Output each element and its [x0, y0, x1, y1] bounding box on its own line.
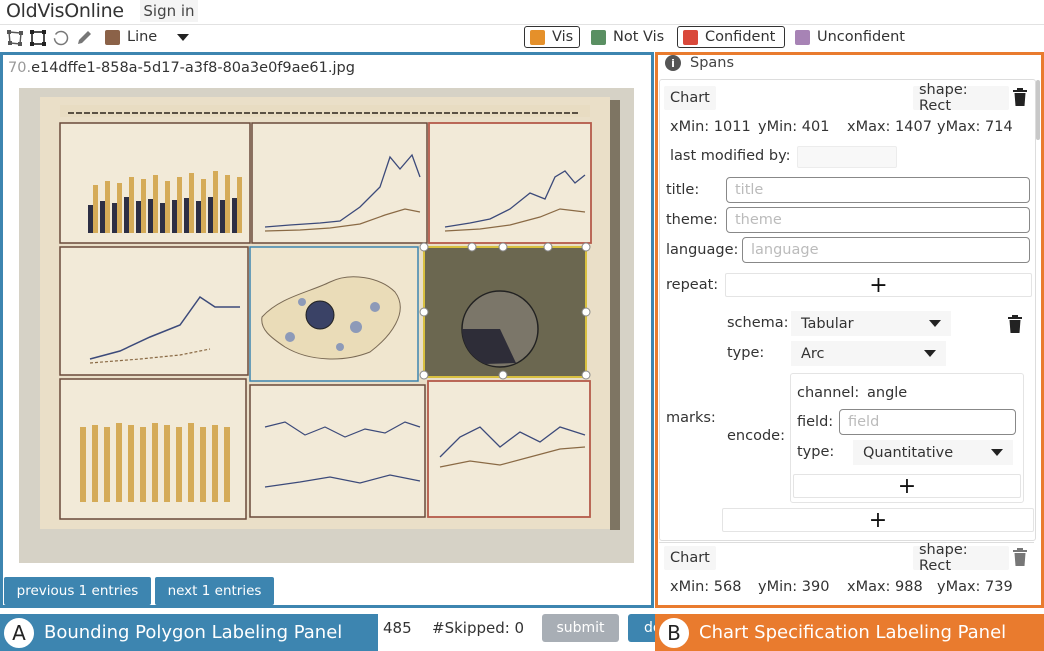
submit-button[interactable]: submit — [542, 614, 619, 642]
previous-entries-button[interactable]: previous 1 entries — [4, 577, 151, 605]
schema-label: schema: — [727, 315, 789, 331]
circle-tool-icon[interactable] — [52, 29, 70, 47]
panel-b-text: Chart Specification Labeling Panel — [699, 622, 1007, 643]
encoding-type-select[interactable]: Quantitative — [853, 440, 1013, 465]
span-shape: shape: Rect — [913, 82, 1009, 114]
add-repeat-button[interactable]: + — [725, 273, 1032, 298]
x-min: xMin: 1011 — [670, 119, 751, 135]
span-kind: Chart — [664, 86, 716, 110]
vis-color-swatch — [530, 29, 545, 45]
sign-in-button[interactable]: Sign in — [140, 0, 198, 22]
x-min: xMin: 568 — [670, 579, 742, 595]
scanned-page-artwork — [59, 105, 592, 520]
add-encoding-button[interactable]: + — [793, 474, 1021, 499]
language-label: language: — [666, 242, 739, 258]
file-name-text: e14dffe1-858a-5d17-a3f8-80a3e0f9ae61.jpg — [31, 60, 355, 76]
tag-unconfident[interactable]: Unconfident — [790, 26, 910, 48]
tool-color-swatch — [105, 29, 120, 45]
tag-vis[interactable]: Vis — [524, 26, 580, 48]
mark-type-label: type: — [727, 345, 765, 361]
chevron-down-icon — [929, 320, 941, 327]
channel-label: channel: — [797, 385, 860, 401]
polygon-tool-icon[interactable] — [6, 29, 24, 47]
language-input[interactable]: language — [742, 237, 1030, 263]
skipped-count: #Skipped: 0 — [432, 619, 525, 637]
mark-type-select[interactable]: Arc — [791, 341, 946, 366]
title-input[interactable]: title — [726, 177, 1030, 203]
y-min: yMin: 390 — [758, 579, 830, 595]
chevron-down-icon — [177, 33, 190, 41]
scrollbar-thumb[interactable] — [1036, 80, 1040, 140]
panel-a-text: Bounding Polygon Labeling Panel — [44, 622, 343, 643]
span-shape: shape: Rect — [913, 542, 1009, 574]
rectangle-tool-icon[interactable] — [29, 29, 47, 47]
marks-label: marks: — [666, 410, 716, 426]
theme-input[interactable]: theme — [726, 207, 1030, 233]
tag-label: Not Vis — [613, 29, 665, 45]
repeat-label: repeat: — [666, 277, 719, 293]
encoding-type-value: Quantitative — [863, 444, 954, 461]
spans-header: i Spans — [665, 55, 734, 71]
title-label: title: — [666, 182, 700, 198]
y-min: yMin: 401 — [758, 119, 830, 135]
y-max: yMax: 739 — [937, 579, 1013, 595]
panel-a-letter: A — [4, 617, 34, 648]
delete-span-icon[interactable] — [1012, 548, 1028, 566]
info-icon[interactable]: i — [665, 55, 681, 71]
confident-color-swatch — [683, 29, 698, 45]
header-divider — [0, 24, 1044, 25]
tag-not-vis[interactable]: Not Vis — [586, 26, 669, 48]
add-mark-button[interactable]: + — [722, 508, 1034, 533]
file-name: 70.e14dffe1-858a-5d17-a3f8-80a3e0f9ae61.… — [8, 60, 355, 76]
file-index: 70. — [8, 60, 32, 76]
encode-label: encode: — [727, 428, 785, 444]
app-title: OldVisOnline — [6, 0, 124, 22]
entry-count: 485 — [383, 619, 412, 637]
channel-value: angle — [867, 385, 908, 401]
tool-selector[interactable]: Line — [100, 26, 194, 48]
schema-select[interactable]: Tabular — [791, 311, 951, 336]
panel-b-letter: B — [659, 617, 689, 648]
schema-value: Tabular — [801, 315, 854, 332]
mark-type-value: Arc — [801, 345, 825, 362]
chevron-down-icon — [991, 449, 1003, 456]
field-input[interactable]: field — [839, 409, 1016, 435]
tag-label: Unconfident — [817, 29, 905, 45]
field-label: field: — [797, 414, 834, 430]
panel-a-label: A Bounding Polygon Labeling Panel — [0, 614, 378, 651]
panel-b-label: B Chart Specification Labeling Panel — [655, 614, 1044, 651]
x-max: xMax: 988 — [847, 579, 923, 595]
theme-label: theme: — [666, 212, 718, 228]
encoding-type-label: type: — [797, 444, 835, 460]
pencil-icon[interactable] — [75, 29, 93, 47]
chevron-down-icon — [924, 350, 936, 357]
tag-label: Confident — [705, 29, 776, 45]
tag-label: Vis — [552, 29, 574, 45]
last-modified-label: last modified by: — [670, 148, 791, 164]
spans-title: Spans — [690, 55, 735, 71]
not-vis-color-swatch — [591, 29, 606, 45]
span-kind: Chart — [664, 546, 716, 570]
partially-hidden-button[interactable]: do — [628, 614, 658, 642]
x-max: xMax: 1407 — [847, 119, 932, 135]
next-entries-button[interactable]: next 1 entries — [155, 577, 274, 605]
last-modified-value — [797, 146, 897, 168]
tool-label: Line — [127, 29, 158, 45]
unconfident-color-swatch — [795, 29, 810, 45]
tag-confident[interactable]: Confident — [677, 26, 785, 48]
y-max: yMax: 714 — [937, 119, 1013, 135]
delete-mark-icon[interactable] — [1007, 315, 1023, 333]
delete-span-icon[interactable] — [1012, 88, 1028, 106]
